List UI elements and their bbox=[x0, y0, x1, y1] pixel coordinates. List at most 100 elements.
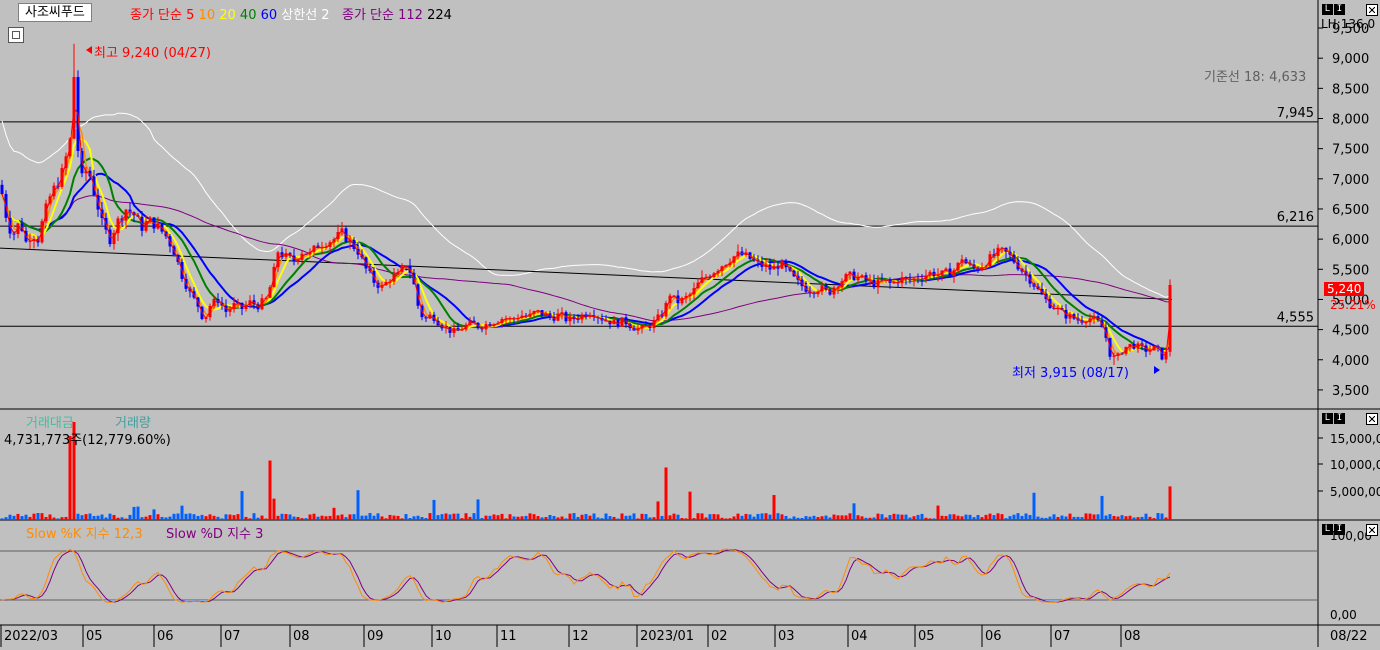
volume-bar bbox=[16, 513, 20, 520]
low-annotation: 최저 3,915 (08/17) bbox=[1012, 366, 1130, 381]
volume-bar bbox=[648, 517, 652, 520]
volume-bar bbox=[972, 517, 976, 520]
volume-bar bbox=[524, 515, 528, 520]
volume-bar bbox=[316, 516, 320, 520]
volume-bar bbox=[1072, 516, 1076, 520]
horizontal-level-label: 6,216 bbox=[1277, 210, 1314, 225]
volume-bar bbox=[676, 514, 680, 520]
volume-bar bbox=[736, 513, 740, 520]
volume-bar bbox=[932, 518, 936, 520]
volume-bar bbox=[200, 514, 204, 520]
volume-bar bbox=[592, 513, 596, 520]
volume-bar bbox=[352, 514, 356, 520]
volume-bar bbox=[764, 513, 768, 520]
stoch-axis-lock-icon[interactable]: L bbox=[1322, 524, 1333, 535]
stoch-axis-close-icon[interactable] bbox=[1366, 524, 1378, 536]
volume-bar bbox=[1016, 513, 1020, 520]
volume-bar bbox=[92, 515, 96, 520]
volume-bar bbox=[816, 517, 820, 520]
candle-body bbox=[1168, 284, 1172, 352]
volume-bar bbox=[364, 515, 368, 520]
stoch-tick-label: 0,00 bbox=[1330, 608, 1357, 622]
volume-bar bbox=[308, 514, 312, 520]
price-tick-label: 4,500 bbox=[1332, 324, 1369, 339]
volume-bar bbox=[580, 514, 584, 520]
volume-axis-close-icon[interactable] bbox=[1366, 413, 1378, 425]
volume-bar bbox=[448, 514, 452, 520]
volume-bar bbox=[892, 513, 896, 520]
volume-bar bbox=[836, 515, 840, 520]
volume-bar bbox=[216, 516, 220, 520]
price-tick-label: 5,500 bbox=[1332, 263, 1369, 278]
axis-close-icon[interactable] bbox=[1366, 4, 1378, 16]
volume-bar bbox=[456, 513, 460, 520]
volume-bar bbox=[720, 517, 724, 520]
volume-bar bbox=[1040, 517, 1044, 520]
volume-bar bbox=[660, 515, 664, 520]
volume-bar bbox=[724, 518, 728, 520]
volume-bar bbox=[960, 516, 964, 520]
stoch-d-label: Slow %D 지수 3 bbox=[166, 527, 264, 542]
volume-bar bbox=[460, 518, 464, 520]
x-axis-label: 2023/01 bbox=[640, 629, 694, 644]
axis-scale-icon[interactable]: I bbox=[1334, 4, 1345, 15]
volume-bar bbox=[728, 518, 732, 520]
volume-bar bbox=[692, 518, 696, 520]
axis-lock-icon[interactable]: L bbox=[1322, 4, 1333, 15]
volume-bar bbox=[520, 516, 524, 520]
volume-bar bbox=[1044, 517, 1048, 520]
volume-bar bbox=[240, 491, 244, 520]
volume-bar bbox=[624, 515, 628, 520]
chart-settings-icon[interactable] bbox=[8, 27, 24, 43]
volume-bar bbox=[628, 515, 632, 520]
volume-axis-scale-icon[interactable]: I bbox=[1334, 413, 1345, 424]
volume-bar bbox=[860, 516, 864, 520]
volume-axis-lock-icon[interactable]: L bbox=[1322, 413, 1333, 424]
ma2-label: 종가 단순 112 bbox=[342, 8, 423, 23]
volume-bar bbox=[696, 513, 700, 520]
volume-bar bbox=[272, 498, 276, 520]
stock-name-label[interactable]: 사조씨푸드 bbox=[18, 3, 92, 22]
volume-bar bbox=[508, 514, 512, 520]
x-axis-label: 2022/03 bbox=[4, 629, 58, 644]
volume-bar bbox=[700, 513, 704, 520]
volume-bar bbox=[60, 517, 64, 520]
volume-bar bbox=[8, 514, 12, 520]
volume-bar bbox=[276, 515, 280, 520]
volume-bar bbox=[328, 515, 332, 520]
volume-bar bbox=[632, 513, 636, 520]
volume-bar bbox=[612, 516, 616, 520]
volume-bar bbox=[500, 513, 504, 520]
volume-bar bbox=[296, 516, 300, 520]
price-tick-label: 3,500 bbox=[1332, 384, 1369, 399]
volume-bar bbox=[564, 518, 568, 520]
x-axis-label: 09 bbox=[367, 629, 384, 644]
volume-bar bbox=[404, 514, 408, 520]
volume-bar bbox=[1028, 515, 1032, 520]
volume-bar bbox=[616, 518, 620, 520]
x-axis-label: 07 bbox=[1054, 629, 1071, 644]
volume-bar bbox=[152, 509, 156, 520]
volume-bar bbox=[100, 514, 104, 520]
volume-bar bbox=[236, 514, 240, 520]
volume-bar bbox=[480, 518, 484, 520]
volume-bar bbox=[64, 516, 68, 520]
volume-bar bbox=[928, 518, 932, 520]
volume-bar bbox=[1132, 517, 1136, 520]
ma-label: 종가 단순 bbox=[130, 8, 182, 23]
volume-bar bbox=[304, 518, 308, 520]
volume-bar bbox=[336, 515, 340, 520]
volume-bar bbox=[384, 518, 388, 520]
volume-bar bbox=[1080, 517, 1084, 520]
volume-bar bbox=[1164, 517, 1168, 520]
volume-bar bbox=[636, 518, 640, 520]
volume-bar bbox=[552, 515, 556, 520]
volume-bar bbox=[160, 516, 164, 520]
stoch-axis-scale-icon[interactable]: I bbox=[1334, 524, 1345, 535]
volume-bar bbox=[332, 507, 336, 520]
x-axis-right-label: 08/22 bbox=[1330, 629, 1367, 644]
volume-bar bbox=[832, 514, 836, 520]
baseline-annotation: 기준선 18: 4,633 bbox=[1204, 70, 1307, 85]
volume-bar bbox=[348, 514, 352, 520]
volume-bar bbox=[940, 515, 944, 520]
